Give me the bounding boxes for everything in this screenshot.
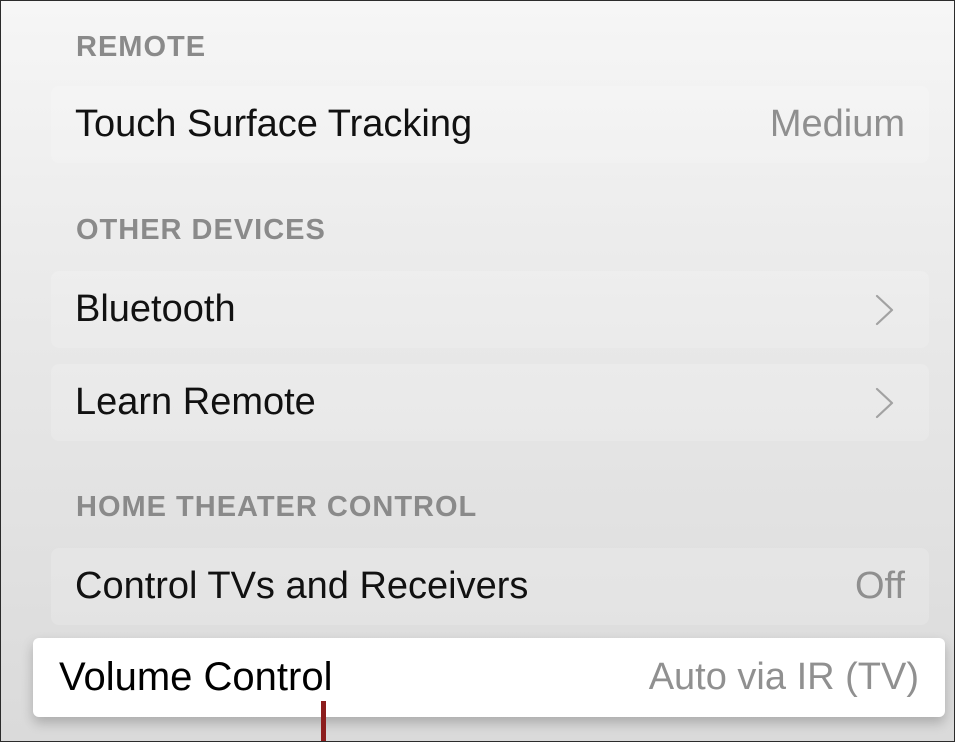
chevron-right-icon <box>865 383 905 423</box>
row-label: Learn Remote <box>75 381 316 423</box>
row-label: Volume Control <box>59 655 333 699</box>
section-header-home-theater-control: HOME THEATER CONTROL <box>76 491 478 523</box>
settings-screen: REMOTE Touch Surface Tracking Medium OTH… <box>0 0 955 742</box>
row-touch-surface-tracking[interactable]: Touch Surface Tracking Medium <box>51 86 929 163</box>
row-value: Auto via IR (TV) <box>648 656 919 698</box>
section-header-other-devices: OTHER DEVICES <box>76 214 326 246</box>
row-value: Off <box>855 565 905 607</box>
row-control-tvs-and-receivers[interactable]: Control TVs and Receivers Off <box>51 548 929 625</box>
chevron-right-icon <box>865 290 905 330</box>
row-value: Medium <box>769 103 905 145</box>
row-label: Bluetooth <box>75 288 236 330</box>
row-learn-remote[interactable]: Learn Remote <box>51 364 929 441</box>
row-bluetooth[interactable]: Bluetooth <box>51 271 929 348</box>
annotation-pointer-line <box>321 701 326 741</box>
section-header-remote: REMOTE <box>76 31 207 63</box>
row-label: Control TVs and Receivers <box>75 565 529 607</box>
row-volume-control[interactable]: Volume Control Auto via IR (TV) <box>33 638 945 717</box>
row-label: Touch Surface Tracking <box>75 103 473 145</box>
